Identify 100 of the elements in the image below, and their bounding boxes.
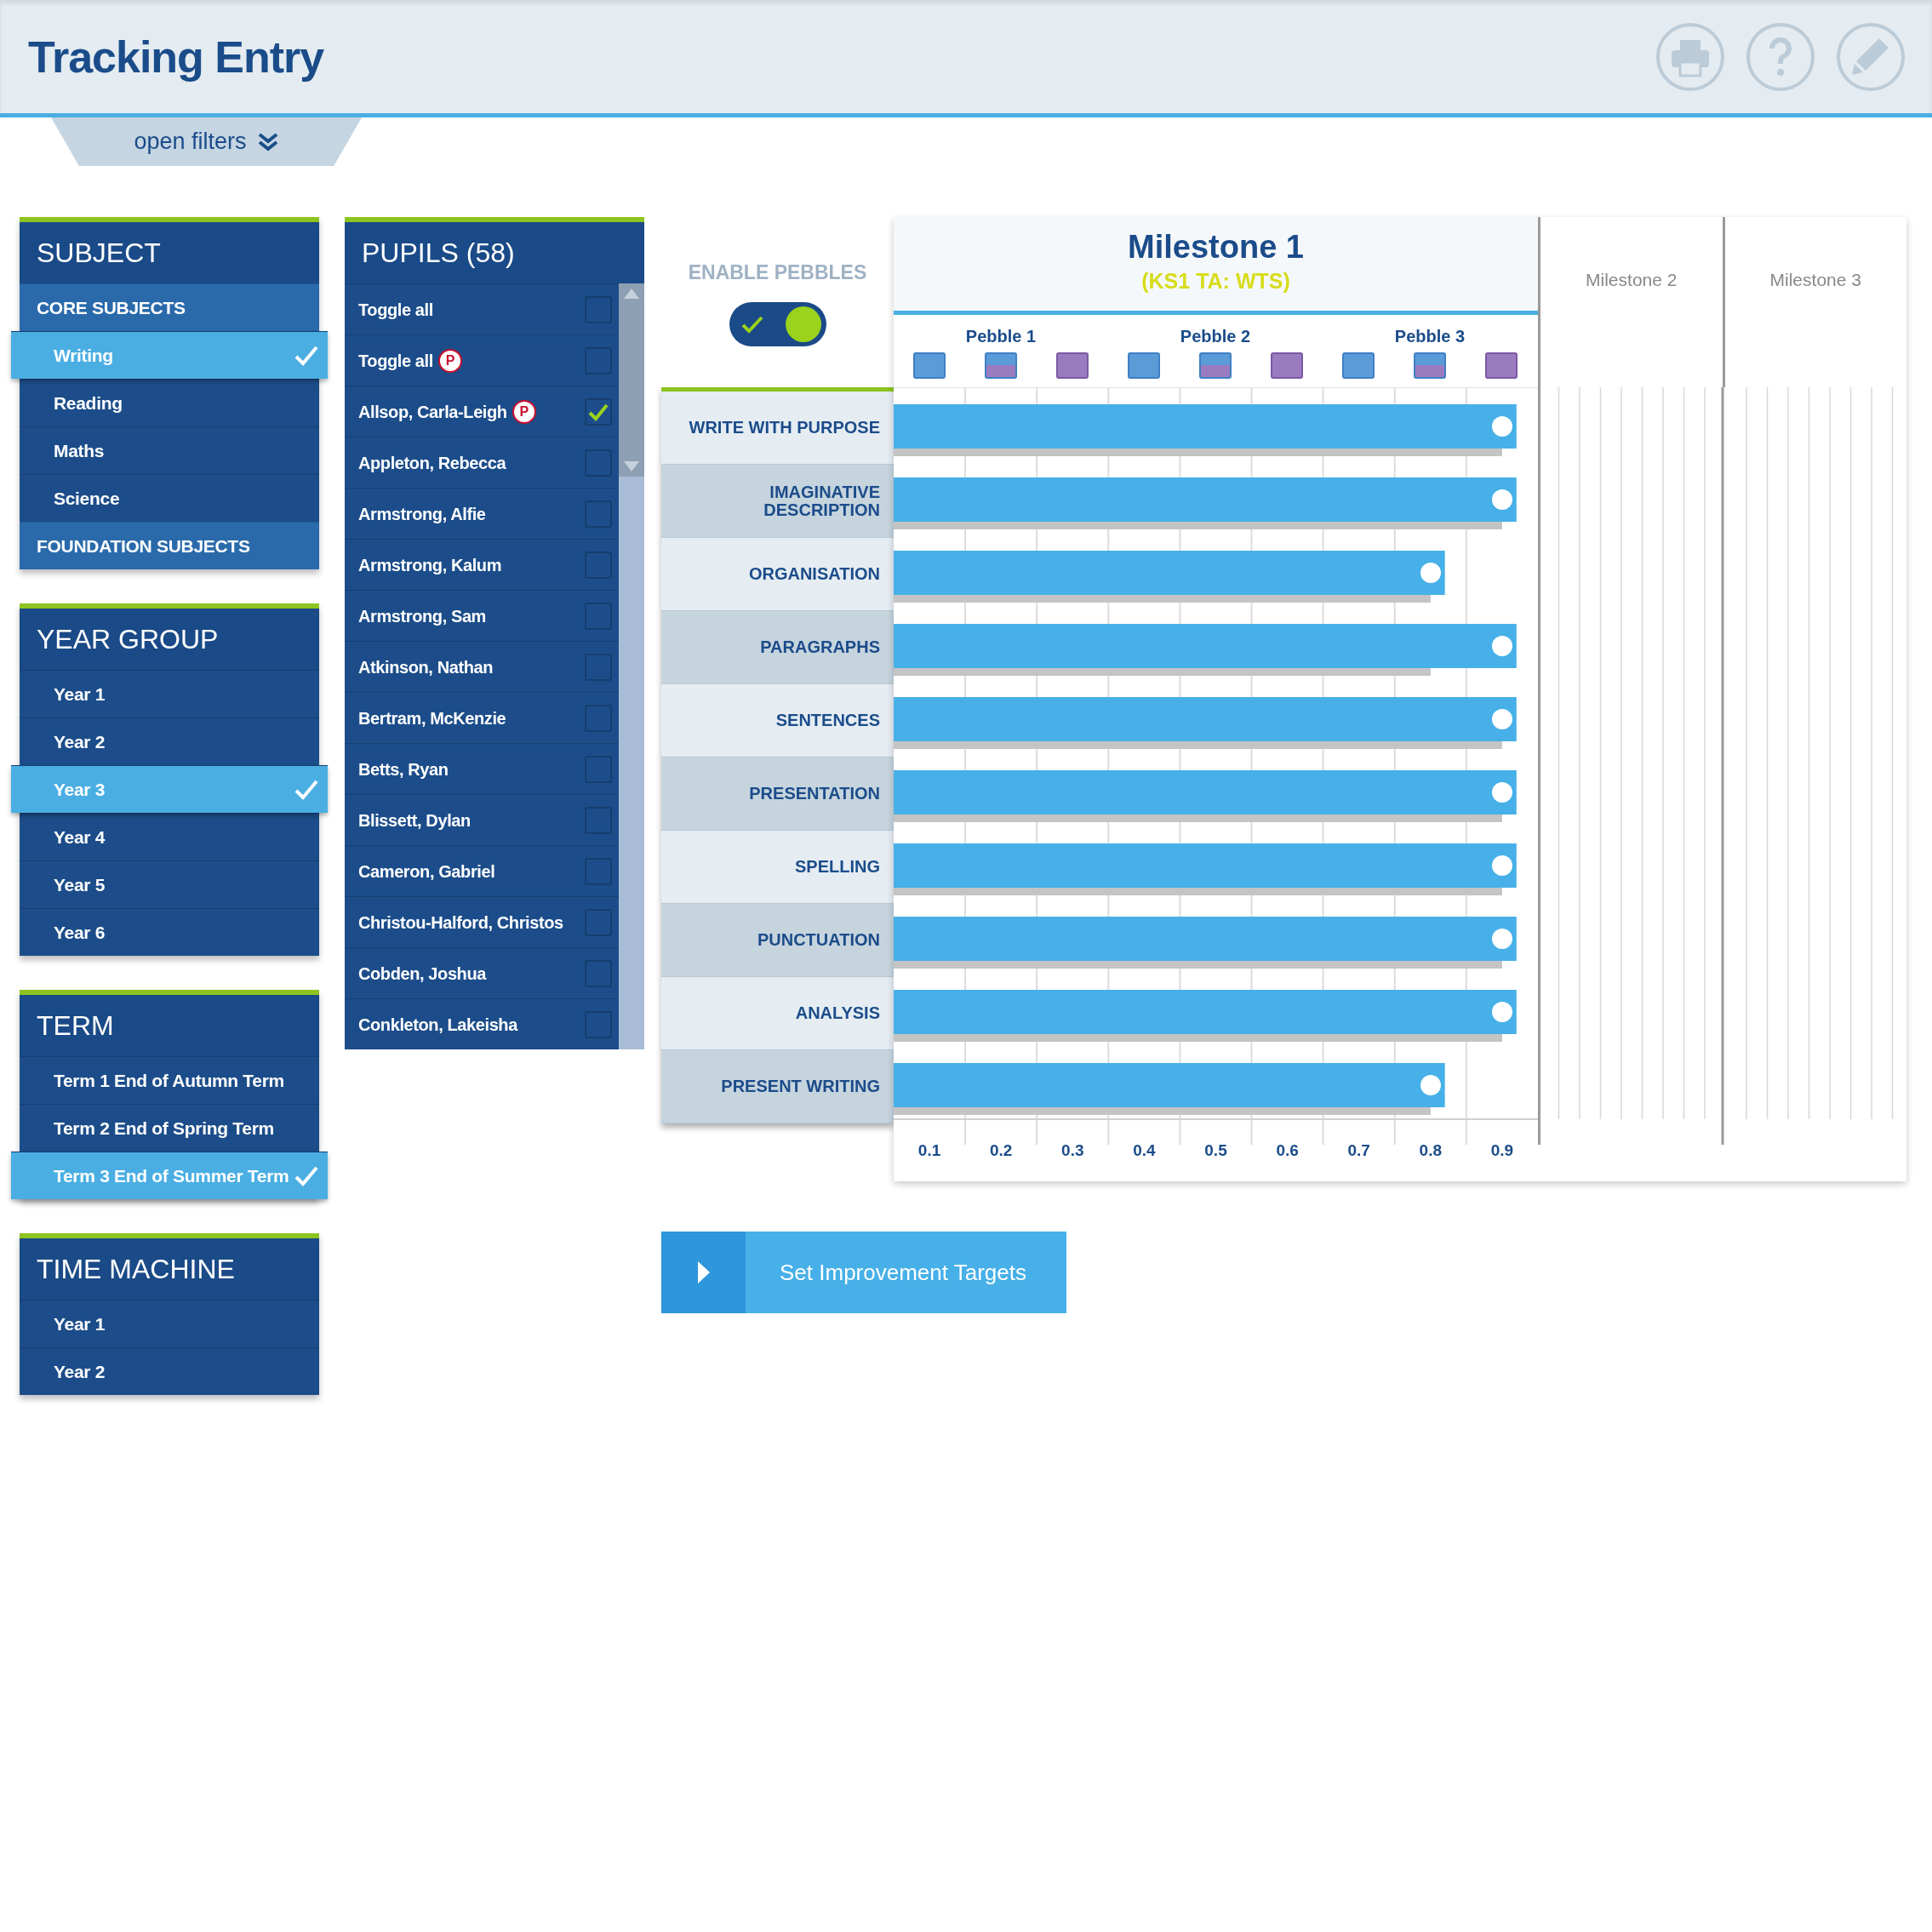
scrollbar-thumb[interactable] [619, 283, 644, 477]
row-label: PRESENT WRITING [661, 1050, 894, 1123]
tick-label: 0.1 [917, 1141, 941, 1159]
p-badge: P [512, 399, 536, 424]
pupil-name[interactable]: Christou-Halford, Christos [358, 909, 563, 935]
down-arrow-icon[interactable] [624, 461, 639, 472]
row-label: ANALYSIS [661, 977, 894, 1050]
pebbles-toggle[interactable] [729, 302, 826, 347]
pupil-name[interactable]: Bertram, McKenzie [358, 705, 506, 731]
check-icon [294, 1164, 319, 1187]
checkbox[interactable] [585, 449, 612, 477]
checkbox[interactable] [585, 908, 612, 936]
tick-label: 0.6 [1276, 1141, 1299, 1159]
filter-option[interactable]: Year 1 [20, 1300, 319, 1347]
filter-option[interactable]: Year 2 [20, 717, 319, 765]
milestone-header[interactable]: Milestone 2 [1586, 266, 1678, 294]
pebble-step[interactable] [1271, 352, 1303, 379]
pebble-step[interactable] [985, 352, 1017, 379]
tick-label: 0.3 [1061, 1141, 1084, 1159]
page-title: Tracking Entry [28, 31, 324, 83]
milestone-grade: (KS1 TA: WTS) [1141, 268, 1290, 295]
filter-option[interactable]: Year 6 [20, 908, 319, 956]
pupil-name[interactable]: Allsop, Carla-Leigh [358, 398, 507, 425]
filter-option[interactable]: Science [20, 474, 319, 522]
row-label: PARAGRAPHS [661, 611, 894, 684]
tick-label: 0.8 [1419, 1141, 1443, 1159]
checkbox[interactable] [585, 602, 612, 630]
filter-option[interactable]: Maths [20, 426, 319, 474]
checkbox[interactable] [585, 653, 612, 681]
pebble-step[interactable] [1414, 352, 1446, 379]
milestone-header[interactable]: Milestone 3 [1769, 266, 1861, 294]
play-icon [697, 1261, 710, 1283]
checkbox[interactable] [585, 704, 612, 732]
checkbox[interactable] [585, 397, 612, 426]
check-icon [740, 315, 763, 334]
row-label: PRESENTATION [661, 757, 894, 831]
pupil-name[interactable]: Cameron, Gabriel [358, 858, 495, 884]
pupil-name[interactable]: Toggle all [358, 296, 433, 323]
panel-title: YEAR GROUP [20, 609, 319, 670]
p-badge: P [437, 348, 462, 373]
up-arrow-icon[interactable] [624, 289, 639, 299]
category-header: FOUNDATION SUBJECTS [20, 522, 319, 569]
pupil-name[interactable]: Blissett, Dylan [358, 807, 471, 833]
row-label: SPELLING [661, 831, 894, 904]
checkbox[interactable] [585, 500, 612, 528]
pebble-step[interactable] [913, 352, 946, 379]
filter-option[interactable]: Term 1 End of Autumn Term [20, 1056, 319, 1104]
checkbox[interactable] [585, 806, 612, 834]
filter-option[interactable]: Year 4 [20, 813, 319, 860]
filter-option[interactable]: Year 1 [20, 670, 319, 717]
pupil-name[interactable]: Toggle all [358, 347, 433, 374]
scrollbar[interactable] [619, 283, 644, 1049]
pebble-label: Pebble 1 [965, 326, 1037, 347]
check-icon [588, 402, 609, 421]
row-label: PUNCTUATION [661, 904, 894, 977]
help-icon[interactable] [1745, 20, 1816, 93]
tick-label: 0.7 [1347, 1141, 1370, 1159]
filter-option[interactable]: Year 5 [20, 860, 319, 908]
pebble-step[interactable] [1485, 352, 1518, 379]
pupil-name[interactable]: Appleton, Rebecca [358, 449, 506, 476]
checkbox[interactable] [585, 857, 612, 885]
row-label: WRITE WITH PURPOSE [661, 392, 894, 465]
checkbox[interactable] [585, 755, 612, 783]
panel-title: TERM [20, 995, 319, 1056]
panel-title: TIME MACHINE [20, 1238, 319, 1300]
filter-option[interactable]: Reading [20, 379, 319, 426]
milestone-title: Milestone 1 [1128, 230, 1304, 266]
check-icon [294, 778, 319, 801]
category-header: CORE SUBJECTS [20, 283, 319, 331]
checkbox[interactable] [585, 295, 612, 323]
tick-label: 0.5 [1204, 1141, 1227, 1159]
panel-title: SUBJECT [20, 222, 319, 283]
pebble-step[interactable] [1056, 352, 1089, 379]
pupil-name[interactable]: Armstrong, Sam [358, 603, 486, 629]
pupil-name[interactable]: Cobden, Joshua [358, 960, 486, 986]
filter-option[interactable]: Year 2 [20, 1347, 319, 1395]
milestone-header[interactable]: Milestone 1 (KS1 TA: WTS) [894, 217, 1538, 315]
pebble-step[interactable] [1342, 352, 1375, 379]
row-label: ORGANISATION [661, 538, 894, 611]
pebble-step[interactable] [1128, 352, 1160, 379]
pencil-icon[interactable] [1835, 20, 1906, 93]
pupil-name[interactable]: Armstrong, Kalum [358, 552, 502, 578]
checkbox[interactable] [585, 551, 612, 579]
chevron-down-icon [256, 131, 279, 152]
pupil-name[interactable]: Betts, Ryan [358, 756, 449, 782]
print-icon[interactable] [1655, 20, 1726, 93]
checkbox[interactable] [585, 1010, 612, 1038]
pupil-name[interactable]: Atkinson, Nathan [358, 654, 494, 680]
filters-tab[interactable]: open filters [51, 117, 362, 166]
pupil-name[interactable]: Conkleton, Lakeisha [358, 1011, 517, 1037]
pupil-name[interactable]: Armstrong, Alfie [358, 500, 486, 527]
filter-option[interactable]: Term 2 End of Spring Term [20, 1104, 319, 1152]
checkbox[interactable] [585, 346, 612, 374]
row-label: SENTENCES [661, 684, 894, 757]
checkbox[interactable] [585, 959, 612, 987]
pebble-step[interactable] [1199, 352, 1232, 379]
row-label: IMAGINATIVE DESCRIPTION [661, 465, 894, 538]
tick-label: 0.2 [989, 1141, 1013, 1159]
tick-label: 0.9 [1490, 1141, 1514, 1159]
pebble-label: Pebble 3 [1394, 326, 1466, 347]
